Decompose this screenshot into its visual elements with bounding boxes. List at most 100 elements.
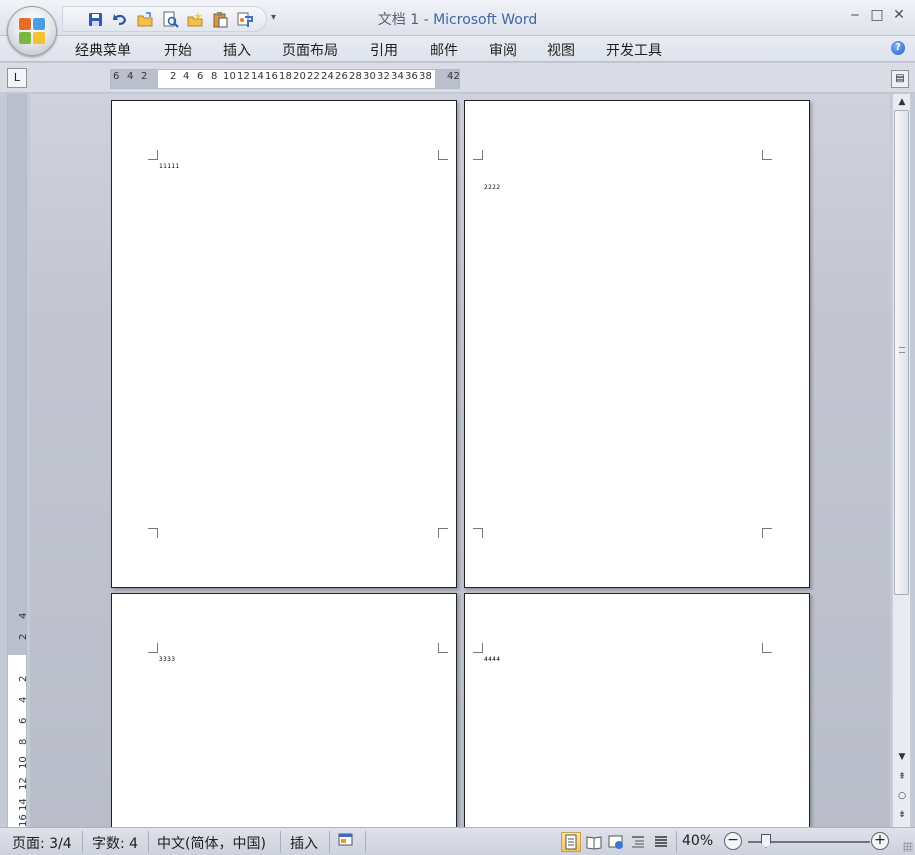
ruler-label: 8 [18,738,29,745]
ruler-label: 34 [391,71,405,82]
ruler-label: 2 [18,633,29,640]
vertical-ruler[interactable]: 4 2 2 4 6 8 10 12 14 16 [7,94,29,828]
horizontal-ruler-labels: 6 4 2 2 4 6 8 10 12 14 16 18 20 22 24 26… [110,71,460,85]
menu-review[interactable]: 审阅 [489,40,517,60]
ruler-label: 32 [377,71,391,82]
menu-references[interactable]: 引用 [370,40,398,60]
office-logo-icon [19,18,46,45]
ruler-label: 8 [211,71,218,82]
divider [329,831,330,853]
ruler-label: 24 [321,71,335,82]
document-workspace[interactable]: 11111 2222 3333 4444 [30,94,890,827]
ruler-label: 14 [251,71,265,82]
ruler-label: 26 [335,71,349,82]
page-3[interactable]: 3333 [111,593,457,827]
zoom-in-button[interactable]: + [871,832,889,850]
crop-mark [473,643,483,653]
view-ruler-icon[interactable]: ▤ [891,70,909,88]
maximize-button[interactable]: □ [868,6,886,24]
ruler-label: 10 [223,71,237,82]
menu-classic[interactable]: 经典菜单 [75,40,131,60]
menu-developer[interactable]: 开发工具 [606,40,662,60]
menu-page-layout[interactable]: 页面布局 [282,40,338,60]
ruler-label: 18 [279,71,293,82]
crop-mark [473,528,483,538]
vertical-scrollbar[interactable]: ▲ ▼ ⇞ ○ ⇟ [892,94,910,827]
web-layout-view-icon[interactable] [606,832,626,852]
ruler-label: 30 [363,71,377,82]
zoom-slider-thumb[interactable] [761,834,771,848]
crop-mark [762,528,772,538]
next-page-icon[interactable]: ⇟ [893,807,911,823]
menu-bar: 经典菜单 开始 插入 页面布局 引用 邮件 审阅 视图 开发工具 ? [0,36,915,62]
crop-mark [148,150,158,160]
crop-mark [762,150,772,160]
ruler-label: 14 [18,798,29,811]
ruler-label: 16 [18,814,29,827]
menu-view[interactable]: 视图 [547,40,575,60]
ruler-label: 20 [293,71,307,82]
ruler-label: 12 [237,71,251,82]
crop-mark [438,150,448,160]
page-text: 11111 [159,163,180,170]
divider [82,831,83,853]
ruler-label: 10 [18,756,29,769]
page-text: 2222 [484,184,501,191]
divider [280,831,281,853]
status-bar: 页面: 3/4 字数: 4 中文(简体，中国) 插入 40% − + [0,827,915,855]
scroll-up-icon[interactable]: ▲ [893,94,911,110]
scroll-thumb[interactable] [894,110,909,595]
crop-mark [438,643,448,653]
page-text: 4444 [484,656,501,663]
print-layout-view-icon[interactable] [561,832,581,852]
crop-mark [762,643,772,653]
zoom-out-button[interactable]: − [724,832,742,850]
menu-insert[interactable]: 插入 [223,40,251,60]
page-1[interactable]: 11111 [111,100,457,588]
tab-selector-button[interactable]: L [7,68,27,88]
previous-page-icon[interactable]: ⇞ [893,769,911,785]
ruler-label: 6 [18,717,29,724]
ruler-label: 2 [18,675,29,682]
ruler-label: 4 [183,71,190,82]
full-screen-reading-view-icon[interactable] [584,832,604,852]
ruler-label: 2 [170,71,177,82]
ruler-label: 4 [18,612,29,619]
zoom-level[interactable]: 40% [682,833,713,849]
help-icon[interactable]: ? [891,41,905,55]
ruler-label: 42 [447,71,461,82]
window-title: 文档 1 - Microsoft Word [377,12,538,28]
word-count-status[interactable]: 字数: 4 [92,833,138,853]
minimize-button[interactable]: ‒ [846,6,864,24]
ruler-label: 2 [141,71,148,82]
browse-object-icon[interactable]: ○ [893,788,911,804]
close-button[interactable]: ✕ [890,6,908,24]
title-bar: ▾ 文档 1 - Microsoft Word ‒ □ ✕ [0,0,915,36]
menu-home[interactable]: 开始 [164,40,192,60]
ruler-label: 22 [307,71,321,82]
language-status[interactable]: 中文(简体，中国) [157,833,266,853]
ruler-label: 28 [349,71,363,82]
menu-mailings[interactable]: 邮件 [430,40,458,60]
page-2[interactable]: 2222 [464,100,810,588]
crop-mark [473,150,483,160]
insert-mode-status[interactable]: 插入 [290,833,318,853]
office-button[interactable] [7,6,57,56]
ruler-label: 16 [265,71,279,82]
divider [148,831,149,853]
grip-icon [899,347,905,353]
ruler-label: 4 [127,71,134,82]
outline-view-icon[interactable] [628,832,648,852]
ruler-label: 38 [419,71,433,82]
resize-grip-icon[interactable] [903,842,913,852]
page-count-status[interactable]: 页面: 3/4 [12,833,72,853]
ruler-label: 6 [197,71,204,82]
ruler-label: 36 [405,71,419,82]
page-4[interactable]: 4444 [464,593,810,827]
scroll-down-icon[interactable]: ▼ [893,749,911,765]
draft-view-icon[interactable] [651,832,671,852]
macro-record-icon[interactable] [338,832,354,852]
ruler-label: 4 [18,696,29,703]
divider [365,831,366,853]
divider [676,831,677,853]
